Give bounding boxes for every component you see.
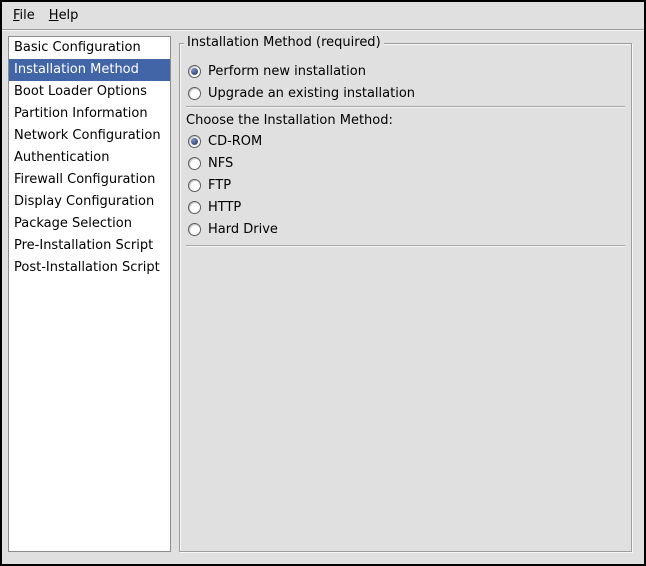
radio-label-perform-new-installation[interactable]: Perform new installation xyxy=(208,64,366,79)
method-row-hard-drive[interactable]: Hard Drive xyxy=(186,218,625,240)
kickstart-configurator-window: FileHelp Basic ConfigurationInstallation… xyxy=(0,0,646,566)
sidebar-list[interactable]: Basic ConfigurationInstallation MethodBo… xyxy=(8,36,171,552)
method-row-ftp[interactable]: FTP xyxy=(186,174,625,196)
sidebar-item-firewall-configuration[interactable]: Firewall Configuration xyxy=(9,169,170,191)
radio-upgrade-an-existing-installation[interactable] xyxy=(188,87,201,100)
radio-hard-drive[interactable] xyxy=(188,223,201,236)
sidebar-item-display-configuration[interactable]: Display Configuration xyxy=(9,191,170,213)
radio-cd-rom[interactable] xyxy=(188,135,201,148)
sidebar-item-authentication[interactable]: Authentication xyxy=(9,147,170,169)
sidebar-item-post-installation-script[interactable]: Post-Installation Script xyxy=(9,257,170,279)
sidebar-item-basic-configuration[interactable]: Basic Configuration xyxy=(9,37,170,59)
sidebar-item-partition-information[interactable]: Partition Information xyxy=(9,103,170,125)
radio-ftp[interactable] xyxy=(188,179,201,192)
sidebar-item-package-selection[interactable]: Package Selection xyxy=(9,213,170,235)
separator xyxy=(186,245,625,247)
sidebar-item-network-configuration[interactable]: Network Configuration xyxy=(9,125,170,147)
radio-label-nfs[interactable]: NFS xyxy=(208,156,233,171)
menu-help[interactable]: Help xyxy=(42,5,86,26)
menubar: FileHelp xyxy=(2,2,644,29)
radio-nfs[interactable] xyxy=(188,157,201,170)
separator xyxy=(186,106,625,108)
radio-perform-new-installation[interactable] xyxy=(188,65,201,78)
install-type-row-upgrade-an-existing-installation[interactable]: Upgrade an existing installation xyxy=(186,82,625,104)
method-row-cd-rom[interactable]: CD-ROM xyxy=(186,130,625,152)
install-type-radio-group: Perform new installation Upgrade an exist… xyxy=(186,60,625,104)
radio-http[interactable] xyxy=(188,201,201,214)
sidebar-item-pre-installation-script[interactable]: Pre-Installation Script xyxy=(9,235,170,257)
menu-file[interactable]: File xyxy=(6,5,42,26)
frame-title: Installation Method (required) xyxy=(184,35,384,50)
install-type-row-perform-new-installation[interactable]: Perform new installation xyxy=(186,60,625,82)
frame-inner: Perform new installation Upgrade an exist… xyxy=(180,44,631,253)
radio-label-hard-drive[interactable]: Hard Drive xyxy=(208,222,278,237)
method-prompt-label: Choose the Installation Method: xyxy=(186,112,625,130)
method-radio-group: CD-ROM NFS FTP HTTP Hard Drive xyxy=(186,130,625,240)
sidebar-item-installation-method[interactable]: Installation Method xyxy=(9,59,170,81)
radio-label-upgrade-an-existing-installation[interactable]: Upgrade an existing installation xyxy=(208,86,415,101)
sidebar-item-boot-loader-options[interactable]: Boot Loader Options xyxy=(9,81,170,103)
installation-method-frame: Installation Method (required) Perform n… xyxy=(179,43,632,552)
method-row-http[interactable]: HTTP xyxy=(186,196,625,218)
radio-label-http[interactable]: HTTP xyxy=(208,200,241,215)
method-row-nfs[interactable]: NFS xyxy=(186,152,625,174)
radio-label-cd-rom[interactable]: CD-ROM xyxy=(208,134,262,149)
radio-label-ftp[interactable]: FTP xyxy=(208,178,231,193)
main-content: Basic ConfigurationInstallation MethodBo… xyxy=(2,31,644,564)
